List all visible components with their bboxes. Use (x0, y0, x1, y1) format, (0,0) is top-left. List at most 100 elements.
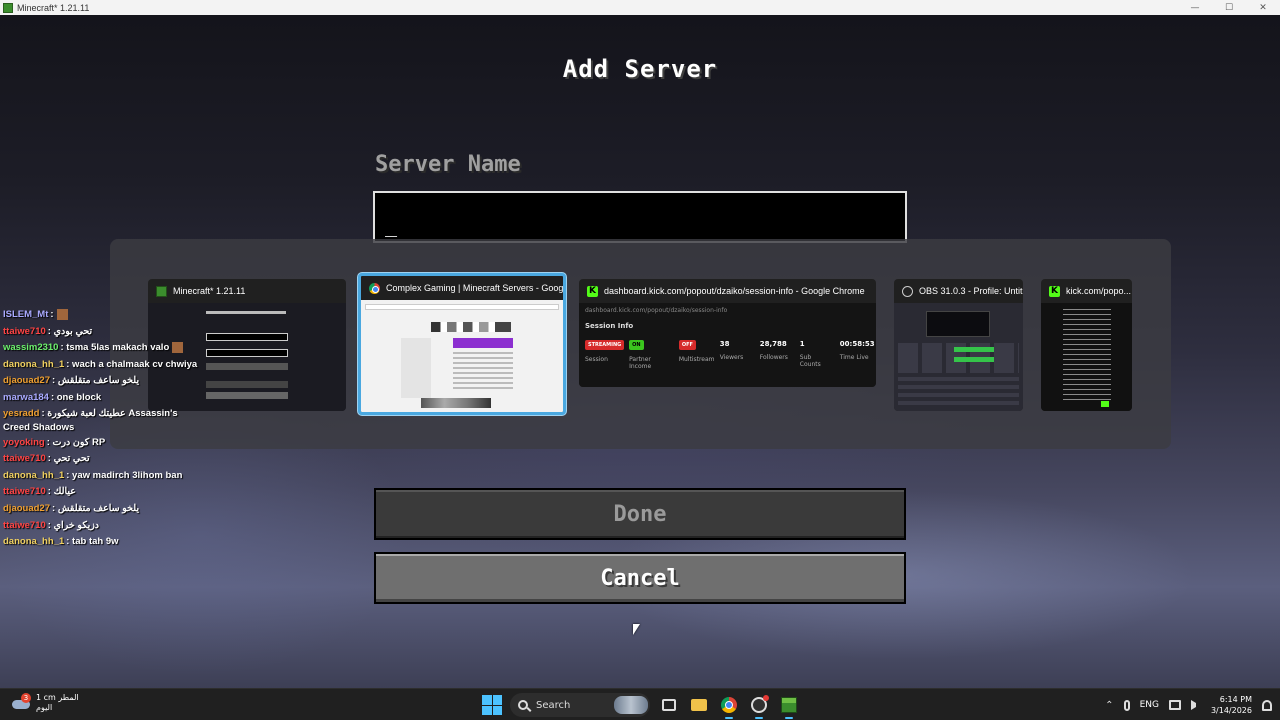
chat-text: : تحي تحي (47, 453, 90, 465)
chat-message: ttaiwe710: عيالك (3, 484, 203, 501)
language-indicator[interactable]: ENG (1140, 700, 1159, 710)
session-info-heading: Session Info (585, 322, 634, 330)
obs-icon (751, 695, 769, 713)
session-caption: Session (585, 356, 608, 363)
chrome-taskbar-button[interactable] (718, 694, 740, 719)
chat-username[interactable]: danona_hh_1 (3, 470, 64, 481)
switcher-window-label: Minecraft* 1.21.11 (173, 286, 246, 296)
chat-message: ttaiwe710: تحي بودي (3, 324, 203, 341)
windows-start-icon[interactable] (482, 695, 502, 715)
cancel-button[interactable]: Cancel (374, 552, 906, 604)
chat-message: marwa184: one block (3, 390, 203, 407)
weather-widget[interactable]: 3 1 cm المطر اليوم (10, 692, 79, 714)
search-highlight-icon (614, 696, 648, 714)
minecraft-icon (781, 697, 797, 713)
chat-username[interactable]: yoyoking (3, 437, 45, 448)
window-preview (1041, 303, 1132, 411)
file-explorer-button[interactable] (688, 694, 710, 716)
chat-message: danona_hh_1: tab tah 9w (3, 534, 203, 551)
chat-message: djaouad27: يلخو ساعف متقلقش (3, 501, 203, 518)
window-title-bar: Minecraft* 1.21.11 — ☐ ✕ (0, 0, 1280, 15)
followers-caption: Followers (759, 354, 788, 361)
window-controls: — ☐ ✕ (1178, 0, 1280, 15)
chevron-up-icon[interactable]: ⌃ (1105, 700, 1113, 711)
chat-message: yoyoking: كون درت RP (3, 435, 203, 452)
microphone-icon[interactable] (1123, 699, 1130, 711)
done-button[interactable]: Done (374, 488, 906, 540)
subs-count: 1 (799, 340, 805, 348)
switcher-window-chrome-complex-gaming[interactable]: Complex Gaming | Minecraft Servers - Goo… (358, 273, 566, 415)
session-url: dashboard.kick.com/popout/dzaiko/session… (585, 307, 728, 314)
network-icon[interactable] (1168, 700, 1181, 710)
partner-badge: ON (629, 340, 644, 350)
chat-username[interactable]: yesradd (3, 408, 39, 419)
search-icon (518, 700, 528, 710)
viewers-count: 38 (719, 340, 730, 348)
stream-chat-overlay: ISLEM_Mt: ttaiwe710: تحي بودي wassim2310: … (3, 307, 203, 551)
obs-icon (902, 285, 913, 297)
taskbar: 3 1 cm المطر اليوم Search ⌃ ENG 6:14 PM … (0, 688, 1280, 720)
switcher-window-kick-chat[interactable]: K kick.com/popo... (1041, 279, 1132, 411)
session-stats: STREAMING Session ON Partner Income OFF … (579, 334, 876, 370)
clock[interactable]: 6:14 PM 3/14/2026 (1211, 694, 1252, 716)
chat-username[interactable]: ttaiwe710 (3, 486, 46, 497)
minimize-button[interactable]: — (1178, 0, 1212, 15)
mouse-cursor-icon (633, 624, 640, 635)
chrome-icon (721, 697, 737, 713)
close-button[interactable]: ✕ (1246, 0, 1280, 15)
notification-icon[interactable] (1262, 699, 1272, 711)
viewers-caption: Viewers (719, 354, 744, 361)
followers-count: 28,788 (759, 340, 787, 348)
obs-taskbar-button[interactable] (748, 694, 770, 719)
chat-text: : تحي بودي (47, 325, 93, 337)
time-live-stat: 00:58:53 Time Live (839, 340, 875, 370)
time-live-value: 00:58:53 (839, 340, 875, 348)
kick-icon: K (1049, 285, 1060, 297)
volume-icon[interactable] (1190, 700, 1201, 710)
time-live-caption: Time Live (839, 354, 869, 361)
weather-temp: 1 cm المطر (36, 693, 79, 702)
maximize-button[interactable]: ☐ (1212, 0, 1246, 15)
taskbar-apps: Search (482, 692, 800, 719)
folder-icon (691, 699, 707, 711)
switcher-window-kick-session-info[interactable]: K dashboard.kick.com/popout/dzaiko/sessi… (579, 279, 876, 387)
chat-username[interactable]: marwa184 (3, 392, 49, 403)
window-preview: dashboard.kick.com/popout/dzaiko/session… (579, 303, 876, 387)
chat-message: wassim2310: tsma 5las makach valo (3, 340, 203, 357)
search-label: Search (536, 699, 571, 711)
chat-username[interactable]: ttaiwe710 (3, 520, 46, 531)
chat-username[interactable]: djaouad27 (3, 375, 50, 386)
chat-text: : يلخو ساعف متقلقش (52, 502, 140, 514)
server-name-input[interactable]: _ (373, 191, 907, 243)
chat-username[interactable]: ttaiwe710 (3, 453, 46, 464)
minecraft-taskbar-button[interactable] (778, 694, 800, 719)
chat-message: yesradd: عطيتك لعبة شيكورة Assassin's Cr… (3, 407, 203, 435)
switcher-window-label: dashboard.kick.com/popout/dzaiko/session… (604, 286, 865, 296)
taskbar-search[interactable]: Search (510, 693, 650, 717)
chat-text: : tab tah 9w (66, 536, 119, 548)
task-view-button[interactable] (658, 694, 680, 716)
chat-emote-icon (56, 308, 68, 320)
chat-username[interactable]: danona_hh_1 (3, 536, 64, 547)
chat-username[interactable]: ttaiwe710 (3, 326, 46, 337)
screen-title: Add Server (562, 55, 718, 83)
switcher-window-label: OBS 31.0.3 - Profile: Untitl... (919, 286, 1023, 296)
switcher-window-obs[interactable]: OBS 31.0.3 - Profile: Untitl... (894, 279, 1023, 411)
weather-icon: 3 (10, 692, 32, 714)
switcher-window-label: Complex Gaming | Minecraft Servers - Goo… (386, 283, 563, 293)
chat-message: danona_hh_1: yaw madirch 3lihom ban (3, 468, 203, 485)
chat-username[interactable]: wassim2310 (3, 342, 58, 353)
chat-username[interactable]: danona_hh_1 (3, 359, 64, 370)
chat-message: djaouad27: يلخو ساعف متقلقش (3, 373, 203, 390)
chat-text: : دزيكو خراي (47, 519, 100, 531)
chat-text: : عيالك (47, 486, 76, 498)
chat-username[interactable]: ISLEM_Mt (3, 309, 48, 320)
chat-text: : كون درت RP (46, 436, 106, 448)
system-tray: ⌃ ENG 6:14 PM 3/14/2026 (1105, 692, 1272, 718)
chat-message: ttaiwe710: دزيكو خراي (3, 518, 203, 535)
chat-text: : yaw madirch 3lihom ban (66, 469, 183, 481)
chat-username[interactable]: djaouad27 (3, 503, 50, 514)
multistream-badge: OFF (678, 340, 696, 350)
weather-badge: 3 (21, 693, 31, 703)
chat-text: : one block (50, 391, 102, 403)
